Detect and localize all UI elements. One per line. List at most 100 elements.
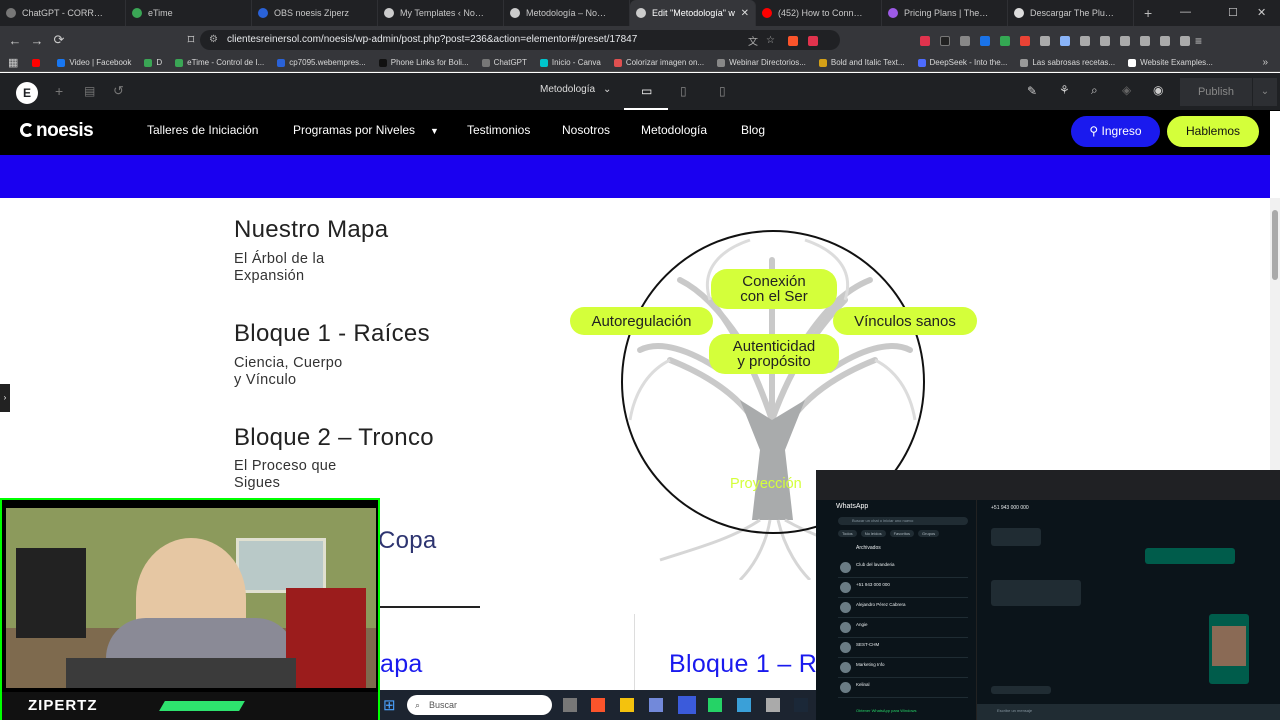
structure-icon[interactable]: ▤: [84, 84, 95, 98]
brave-icon[interactable]: [591, 698, 605, 712]
nav-metodologia[interactable]: Metodología: [641, 123, 707, 137]
panel-toggle-icon[interactable]: ›: [0, 384, 10, 412]
steam-icon[interactable]: [794, 698, 808, 712]
bookmark-icon[interactable]: ⌑: [181, 32, 201, 48]
wa-input[interactable]: Escribe un mensaje: [997, 708, 1032, 713]
extension-icon[interactable]: [940, 36, 950, 46]
paint-brush-icon[interactable]: ✎: [1027, 84, 1037, 98]
menu-icon[interactable]: ≡: [1195, 34, 1202, 48]
bookmark-item[interactable]: D: [144, 58, 162, 67]
wa-chat-row[interactable]: Alejandro Pérez Cabrera: [838, 598, 968, 618]
browser-tab[interactable]: OBS noesis Ziperz: [252, 0, 378, 26]
wallet-icon[interactable]: [1140, 36, 1150, 46]
bookmark-item[interactable]: Las sabrosas recetas...: [1020, 58, 1115, 67]
extension-icon[interactable]: [1060, 36, 1070, 46]
close-tab-icon[interactable]: ✕: [741, 8, 749, 19]
close-window-icon[interactable]: ✕: [1257, 6, 1266, 19]
browser-tab[interactable]: Pricing Plans | The Plus Ad: [882, 0, 1008, 26]
bookmark-item[interactable]: ChatGPT: [481, 58, 527, 67]
translate-icon[interactable]: 文: [748, 33, 758, 48]
nav-blog[interactable]: Blog: [741, 123, 765, 137]
publish-options-icon[interactable]: ⌄: [1253, 78, 1277, 106]
bookmark-item[interactable]: Bold and Italic Text...: [818, 58, 905, 67]
extension-icon[interactable]: [920, 36, 930, 46]
new-tab-button[interactable]: +: [1144, 5, 1152, 21]
bookmark-item[interactable]: Colorizar imagen on...: [613, 58, 704, 67]
add-element-icon[interactable]: +: [55, 83, 63, 99]
wa-chat-row[interactable]: SEST-CHM: [838, 638, 968, 658]
windows-start-icon[interactable]: ⊞: [383, 696, 396, 714]
nav-testimonios[interactable]: Testimonios: [467, 123, 530, 137]
wa-chat-row[interactable]: Kelinal: [838, 678, 968, 698]
wa-chat-row[interactable]: Marketing Info: [838, 658, 968, 678]
reload-icon[interactable]: ⟳: [49, 32, 69, 48]
cta-button[interactable]: Hablemos: [1167, 116, 1259, 147]
desktop-view-tab[interactable]: ▭: [624, 73, 668, 110]
browser-tab[interactable]: (452) How to Connect Ele: [756, 0, 882, 26]
bookmark-item[interactable]: DeepSeek - Into the...: [917, 58, 1007, 67]
search-icon[interactable]: ⌕: [1091, 83, 1098, 98]
browser-tab[interactable]: Metodología – Noesis: [504, 0, 630, 26]
task-view-icon[interactable]: [563, 698, 577, 712]
extension-icon[interactable]: [1020, 36, 1030, 46]
browser-tab[interactable]: Edit "Metodología" w ✕: [630, 0, 756, 26]
nav-programas[interactable]: Programas por Niveles: [293, 123, 415, 137]
preview-eye-icon[interactable]: ◉: [1153, 83, 1163, 97]
extension-icon[interactable]: [1000, 36, 1010, 46]
download-icon[interactable]: [1080, 36, 1090, 46]
browser-tab[interactable]: Descargar The Plus - Addo: [1008, 0, 1134, 26]
publish-button[interactable]: Publish: [1180, 78, 1252, 106]
bookmark-item[interactable]: [32, 58, 44, 67]
history-icon[interactable]: ↺: [113, 83, 124, 99]
wa-filter-chip[interactable]: No leídos: [860, 530, 886, 537]
nav-talleres[interactable]: Talleres de Iniciación: [147, 123, 258, 137]
bookmark-item[interactable]: Inicio - Canva: [539, 58, 601, 67]
wa-chat-row[interactable]: Club del lavanderia: [838, 558, 968, 578]
browser-tab[interactable]: ChatGPT - CORRECTOR OF: [0, 0, 126, 26]
sidebar-icon[interactable]: [1120, 36, 1130, 46]
taskbar-search[interactable]: ⌕ Buscar: [407, 695, 552, 715]
apps-grid-icon[interactable]: ▦: [8, 56, 18, 69]
site-info-icon[interactable]: ⚙: [209, 30, 218, 50]
browser-tab[interactable]: eTime: [126, 0, 252, 26]
explorer-icon[interactable]: [620, 698, 634, 712]
mobile-icon[interactable]: ▯: [719, 84, 726, 98]
wa-get-app-link[interactable]: Obtener WhatsApp para Windows: [856, 708, 916, 713]
wa-archived[interactable]: Archivados: [856, 545, 881, 551]
login-button[interactable]: ⚲ Ingreso: [1071, 116, 1160, 147]
layers-icon[interactable]: ◈: [1122, 83, 1131, 97]
more-bookmarks-icon[interactable]: »: [1262, 57, 1268, 68]
extensions-puzzle-icon[interactable]: [1040, 36, 1050, 46]
bookmark-item[interactable]: cp7095.webempres...: [277, 58, 366, 67]
bookmark-item[interactable]: Phone Links for Boli...: [378, 58, 469, 67]
extension-icon[interactable]: [980, 36, 990, 46]
taskbar-app-icon[interactable]: [737, 698, 751, 712]
scrollbar-thumb[interactable]: [1272, 210, 1278, 280]
discord-icon[interactable]: [649, 698, 663, 712]
elementor-logo[interactable]: E: [16, 82, 38, 104]
wa-filter-chip[interactable]: Todos: [838, 530, 857, 537]
brave-rewards-icon[interactable]: [807, 35, 818, 46]
page-selector[interactable]: Metodología ⌄: [540, 84, 611, 95]
wa-chat-row[interactable]: +51 943 000 000: [838, 578, 968, 598]
nav-nosotros[interactable]: Nosotros: [562, 123, 610, 137]
notes-icon[interactable]: ⚘: [1059, 83, 1070, 97]
minimize-icon[interactable]: —: [1180, 6, 1191, 18]
site-logo[interactable]: noesis: [20, 120, 94, 142]
star-icon[interactable]: ☆: [766, 35, 775, 46]
bookmark-item[interactable]: Video | Facebook: [57, 58, 131, 67]
tablet-icon[interactable]: ▯: [680, 84, 687, 98]
wa-filter-chip[interactable]: Favoritos: [889, 530, 915, 537]
wa-filter-chip[interactable]: Grupos: [918, 530, 940, 537]
active-app-icon[interactable]: [678, 696, 696, 714]
maximize-icon[interactable]: ☐: [1228, 6, 1238, 19]
media-icon[interactable]: [1100, 36, 1110, 46]
brave-shield-icon[interactable]: [787, 35, 798, 46]
bookmark-item[interactable]: eTime - Control de I...: [175, 58, 264, 67]
browser-tab[interactable]: My Templates ‹ Noesis —: [378, 0, 504, 26]
vpn-icon[interactable]: [1180, 36, 1190, 46]
bookmark-item[interactable]: Website Examples...: [1128, 58, 1213, 67]
forward-icon[interactable]: →: [27, 33, 47, 48]
bookmark-item[interactable]: Webinar Directorios...: [717, 58, 806, 67]
wa-search[interactable]: Buscar un chat o iniciar uno nuevo: [838, 517, 968, 525]
